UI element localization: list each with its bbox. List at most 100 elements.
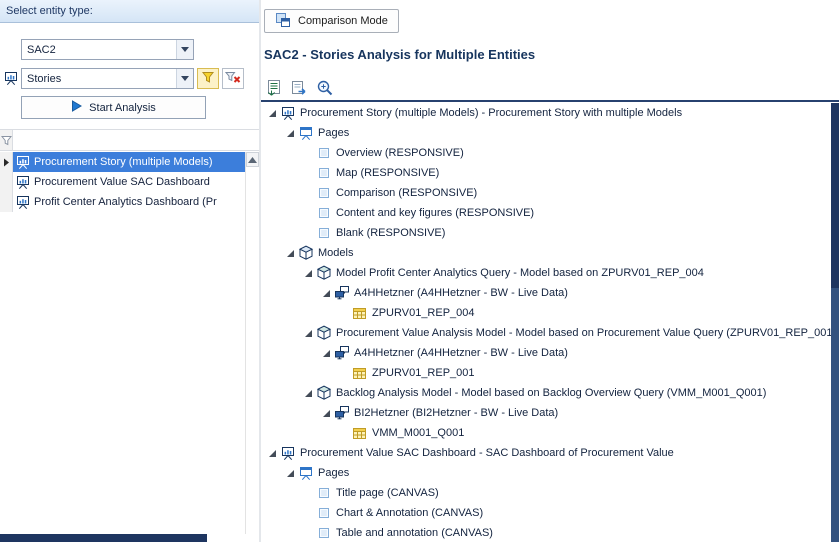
- tree-toolbar: [262, 78, 336, 100]
- expand-toggle-icon[interactable]: [265, 109, 279, 118]
- tree-node[interactable]: Content and key figures (RESPONSIVE): [261, 203, 831, 223]
- row-indicator: [0, 172, 13, 192]
- tree-node[interactable]: Backlog Analysis Model - Model based on …: [261, 383, 831, 403]
- export-excel-icon: [264, 79, 282, 100]
- grid-hscrollbar[interactable]: [0, 534, 259, 542]
- filter-clear-icon: [225, 71, 241, 87]
- connection-icon: [333, 405, 350, 421]
- zoom-button[interactable]: [314, 78, 336, 100]
- tree-node[interactable]: Procurement Value Analysis Model - Model…: [261, 323, 831, 343]
- filter-clear-button[interactable]: [222, 68, 244, 89]
- tree-node[interactable]: Map (RESPONSIVE): [261, 163, 831, 183]
- connection-icon: [333, 345, 350, 361]
- grid-row-body: Procurement Value SAC Dashboard: [13, 172, 245, 192]
- tree-node-label: Model Profit Center Analytics Query - Mo…: [336, 267, 704, 279]
- comparison-mode-label: Comparison Mode: [298, 15, 388, 27]
- expand-toggle-icon[interactable]: [283, 249, 297, 258]
- dashboard-icon: [15, 174, 31, 190]
- tree-node[interactable]: ZPURV01_REP_001: [261, 363, 831, 383]
- tree-node[interactable]: Pages: [261, 123, 831, 143]
- query-icon: [351, 365, 368, 381]
- expand-toggle-icon[interactable]: [319, 349, 333, 358]
- story-icon: [279, 105, 296, 121]
- tree-node-label: Pages: [318, 467, 349, 479]
- grid-row-body: Profit Center Analytics Dashboard (Pr: [13, 192, 245, 212]
- story-icon: [15, 154, 31, 170]
- object-type-combo[interactable]: Stories: [21, 68, 194, 89]
- tree-scroll-thumb[interactable]: [831, 103, 839, 288]
- chevron-down-icon[interactable]: [176, 69, 193, 88]
- tree-node[interactable]: Comparison (RESPONSIVE): [261, 183, 831, 203]
- page-icon: [315, 525, 332, 541]
- page-icon: [315, 145, 332, 161]
- tree-node[interactable]: Overview (RESPONSIVE): [261, 143, 831, 163]
- entity-type-combo[interactable]: SAC2: [21, 39, 194, 60]
- start-analysis-button[interactable]: Start Analysis: [21, 96, 206, 119]
- grid-row-body: Procurement Story (multiple Models): [13, 152, 245, 172]
- filter-funnel-icon: [0, 130, 13, 150]
- grid-scrollbar[interactable]: [245, 152, 259, 534]
- grid-row[interactable]: Procurement Value SAC Dashboard: [0, 172, 245, 192]
- expand-toggle-icon[interactable]: [301, 389, 315, 398]
- zoom-icon: [316, 79, 334, 100]
- entity-selection-panel: Select entity type: SAC2 Stories: [0, 0, 259, 542]
- stories-icon: [3, 70, 19, 86]
- tree-node-label: Map (RESPONSIVE): [336, 167, 439, 179]
- query-icon: [351, 305, 368, 321]
- expand-toggle-icon[interactable]: [319, 289, 333, 298]
- expand-toggle-icon[interactable]: [265, 449, 279, 458]
- analysis-result-panel: Comparison Mode SAC2 - Stories Analysis …: [261, 0, 839, 542]
- export-excel-button[interactable]: [262, 78, 284, 100]
- tree-node[interactable]: VMM_M001_Q001: [261, 423, 831, 443]
- tree-node[interactable]: A4HHetzner (A4HHetzner - BW - Live Data): [261, 283, 831, 303]
- tree-node[interactable]: Table and annotation (CANVAS): [261, 523, 831, 542]
- tree-node-label: ZPURV01_REP_004: [372, 307, 475, 319]
- tree-node-label: Models: [318, 247, 353, 259]
- object-type-combo-value: Stories: [22, 73, 176, 85]
- export-button[interactable]: [288, 78, 310, 100]
- tree-node[interactable]: A4HHetzner (A4HHetzner - BW - Live Data): [261, 343, 831, 363]
- hscroll-thumb[interactable]: [0, 534, 207, 542]
- grid-header: [0, 129, 259, 151]
- entity-grid: Procurement Story (multiple Models) Proc…: [0, 152, 245, 212]
- tree-node[interactable]: Pages: [261, 463, 831, 483]
- page-icon: [315, 205, 332, 221]
- tree-node[interactable]: Procurement Story (multiple Models) - Pr…: [261, 103, 831, 123]
- tree-node[interactable]: Model Profit Center Analytics Query - Mo…: [261, 263, 831, 283]
- model-icon: [315, 265, 332, 281]
- model-icon: [315, 385, 332, 401]
- tree-node-label: Chart & Annotation (CANVAS): [336, 507, 483, 519]
- tree-node-label: BI2Hetzner (BI2Hetzner - BW - Live Data): [354, 407, 558, 419]
- grid-row[interactable]: Profit Center Analytics Dashboard (Pr: [0, 192, 245, 212]
- expand-toggle-icon[interactable]: [301, 269, 315, 278]
- tree-node[interactable]: Procurement Value SAC Dashboard - SAC Da…: [261, 443, 831, 463]
- panel-caption: Select entity type:: [0, 0, 259, 23]
- story-icon: [279, 445, 296, 461]
- tree-node[interactable]: Blank (RESPONSIVE): [261, 223, 831, 243]
- entity-type-combo-value: SAC2: [22, 44, 176, 56]
- chevron-down-icon[interactable]: [176, 40, 193, 59]
- tree-node[interactable]: ZPURV01_REP_004: [261, 303, 831, 323]
- panel-caption-label: Select entity type:: [6, 5, 93, 17]
- page-icon: [315, 225, 332, 241]
- tree-node[interactable]: Title page (CANVAS): [261, 483, 831, 503]
- grid-row[interactable]: Procurement Story (multiple Models): [0, 152, 245, 172]
- page-title: SAC2 - Stories Analysis for Multiple Ent…: [264, 47, 535, 62]
- tree-scrollbar[interactable]: [831, 103, 839, 542]
- scroll-up-button[interactable]: [246, 152, 259, 167]
- expand-toggle-icon[interactable]: [319, 409, 333, 418]
- tree-node[interactable]: Models: [261, 243, 831, 263]
- tree-node-label: Procurement Value SAC Dashboard - SAC Da…: [300, 447, 674, 459]
- filter-edit-button[interactable]: [197, 68, 219, 89]
- analysis-tree: Procurement Story (multiple Models) - Pr…: [261, 103, 831, 542]
- expand-toggle-icon[interactable]: [301, 329, 315, 338]
- tree-node-label: Title page (CANVAS): [336, 487, 439, 499]
- comparison-mode-button[interactable]: Comparison Mode: [264, 9, 399, 33]
- tree-node[interactable]: Chart & Annotation (CANVAS): [261, 503, 831, 523]
- expand-toggle-icon[interactable]: [283, 469, 297, 478]
- export-icon: [290, 79, 308, 100]
- expand-toggle-icon[interactable]: [283, 129, 297, 138]
- tree-node-label: A4HHetzner (A4HHetzner - BW - Live Data): [354, 347, 568, 359]
- tree-node-label: ZPURV01_REP_001: [372, 367, 475, 379]
- tree-node[interactable]: BI2Hetzner (BI2Hetzner - BW - Live Data): [261, 403, 831, 423]
